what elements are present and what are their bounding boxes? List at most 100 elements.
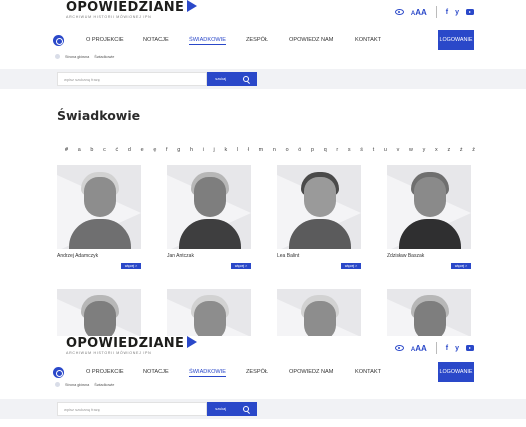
- more-button[interactable]: więcej >: [121, 263, 141, 269]
- letter-filter[interactable]: w: [409, 147, 413, 153]
- font-size-toggle[interactable]: AAA: [411, 8, 427, 17]
- search-icon: [242, 76, 249, 82]
- nav-item-notacje[interactable]: NOTACJE: [143, 37, 169, 43]
- letter-filter[interactable]: e: [141, 147, 144, 153]
- witness-photo[interactable]: [277, 289, 361, 336]
- brand-logo[interactable]: OPOWIEDZIANE ARCHIWUM HISTORII MÓWIONEJ …: [66, 0, 198, 19]
- more-button[interactable]: więcej >: [231, 263, 251, 269]
- letter-filter[interactable]: d: [128, 147, 131, 153]
- login-button[interactable]: LOGOWANIE: [438, 362, 474, 382]
- letter-filter[interactable]: ś: [360, 147, 363, 153]
- letter-filter[interactable]: t: [373, 147, 375, 153]
- nav-item-opowiedz-nam[interactable]: OPOWIEDZ NAM: [289, 37, 333, 43]
- letter-filter[interactable]: z: [447, 147, 450, 153]
- breadcrumb: Strona główna Świadkowie: [55, 54, 114, 59]
- font-size-toggle[interactable]: AAA: [411, 344, 427, 353]
- home-icon[interactable]: [55, 54, 60, 59]
- nav-item-swiadkowie[interactable]: ŚWIADKOWIE: [189, 369, 226, 377]
- search-band: wpisz szukaną frazę szukaj: [0, 69, 526, 89]
- login-button[interactable]: LOGOWANIE: [438, 30, 474, 50]
- eye-icon[interactable]: [394, 345, 404, 351]
- letter-filter[interactable]: p: [311, 147, 314, 153]
- home-logo-icon[interactable]: [53, 35, 64, 46]
- brand-logo[interactable]: OPOWIEDZIANE ARCHIWUM HISTORII MÓWIONEJ …: [66, 336, 198, 355]
- letter-filter[interactable]: #: [65, 147, 68, 153]
- youtube-icon[interactable]: [466, 9, 474, 15]
- breadcrumb-home[interactable]: Strona główna: [65, 383, 89, 387]
- letter-filter[interactable]: u: [384, 147, 387, 153]
- nav-item-notacje[interactable]: NOTACJE: [143, 369, 169, 375]
- witness-photo[interactable]: [57, 289, 141, 336]
- letter-filter[interactable]: r: [336, 147, 338, 153]
- facebook-icon[interactable]: f: [446, 9, 448, 16]
- search-button-label: szukaj: [215, 77, 227, 81]
- letter-filter[interactable]: q: [324, 147, 327, 153]
- letter-filter[interactable]: k: [224, 147, 227, 153]
- home-icon[interactable]: [55, 382, 60, 387]
- home-logo-icon[interactable]: [53, 367, 64, 378]
- letter-filter[interactable]: ź: [472, 147, 475, 153]
- nav-item-opowiedz-nam[interactable]: OPOWIEDZ NAM: [289, 369, 333, 375]
- nav-item-zespol[interactable]: ZESPÓŁ: [246, 369, 268, 375]
- witness-name[interactable]: Andrzej Adamczyk: [57, 253, 98, 259]
- nav-item-o-projekcie[interactable]: O PROJEKCIE: [86, 369, 124, 375]
- facebook-icon[interactable]: f: [446, 345, 448, 352]
- letter-filter[interactable]: o: [286, 147, 289, 153]
- letter-filter[interactable]: v: [397, 147, 400, 153]
- search-button[interactable]: szukaj: [207, 402, 257, 416]
- youtube-icon[interactable]: [466, 345, 474, 351]
- letter-filter[interactable]: m: [259, 147, 264, 153]
- letter-filter[interactable]: g: [177, 147, 180, 153]
- witness-photo[interactable]: [57, 165, 141, 249]
- eye-icon[interactable]: [394, 9, 404, 15]
- sticky-top-header: OPOWIEDZIANE ARCHIWUM HISTORII MÓWIONEJ …: [0, 336, 526, 358]
- letter-filter[interactable]: a: [78, 147, 81, 153]
- witness-name[interactable]: Lea Balint: [277, 253, 299, 259]
- letter-filter[interactable]: b: [90, 147, 93, 153]
- letter-filter[interactable]: l: [237, 147, 238, 153]
- breadcrumb-home[interactable]: Strona główna: [65, 55, 89, 59]
- twitter-icon[interactable]: y: [455, 345, 459, 352]
- letter-filter[interactable]: n: [273, 147, 276, 153]
- twitter-icon[interactable]: y: [455, 9, 459, 16]
- letter-filter[interactable]: ł: [248, 147, 249, 153]
- toolbar-separator: [435, 342, 437, 354]
- witness-name[interactable]: Zdzisław Baszak: [387, 253, 424, 259]
- search-button[interactable]: szukaj: [207, 72, 257, 86]
- toolbar-separator: [435, 6, 437, 18]
- letter-filter[interactable]: c: [103, 147, 106, 153]
- more-button[interactable]: więcej >: [451, 263, 471, 269]
- more-button[interactable]: więcej >: [341, 263, 361, 269]
- search-input[interactable]: wpisz szukaną frazę: [57, 402, 207, 416]
- play-triangle-icon: [187, 336, 198, 348]
- letter-filter[interactable]: j: [214, 147, 215, 153]
- witness-photo[interactable]: [167, 289, 251, 336]
- nav-item-swiadkowie[interactable]: ŚWIADKOWIE: [189, 37, 226, 45]
- play-triangle-icon: [187, 0, 198, 12]
- nav-item-o-projekcie[interactable]: O PROJEKCIE: [86, 37, 124, 43]
- nav-item-zespol[interactable]: ZESPÓŁ: [246, 37, 268, 43]
- witness-photo[interactable]: [387, 165, 471, 249]
- letter-filter[interactable]: y: [423, 147, 426, 153]
- nav-item-kontakt[interactable]: KONTAKT: [355, 37, 381, 43]
- letter-filter[interactable]: x: [435, 147, 438, 153]
- accessibility-toolbar: AAA f y: [394, 6, 474, 18]
- nav-item-kontakt[interactable]: KONTAKT: [355, 369, 381, 375]
- witness-photo[interactable]: [387, 289, 471, 336]
- search-input[interactable]: wpisz szukaną frazę: [57, 72, 207, 86]
- letter-filter[interactable]: ż: [460, 147, 463, 153]
- letter-filter[interactable]: ó: [298, 147, 301, 153]
- witness-photo[interactable]: [277, 165, 361, 249]
- search-band: wpisz szukaną frazę szukaj: [0, 399, 526, 419]
- letter-filter[interactable]: ę: [153, 147, 156, 153]
- search-icon: [242, 406, 249, 412]
- letter-filter[interactable]: h: [190, 147, 193, 153]
- witness-photo[interactable]: [167, 165, 251, 249]
- witness-name[interactable]: Jan Antczak: [167, 253, 194, 259]
- letter-filter[interactable]: i: [203, 147, 204, 153]
- sticky-navbar: O PROJEKCIE NOTACJE ŚWIADKOWIE ZESPÓŁ OP…: [0, 362, 526, 384]
- letter-filter[interactable]: f: [166, 147, 168, 153]
- search-button-label: szukaj: [215, 407, 227, 411]
- letter-filter[interactable]: ć: [116, 147, 119, 153]
- letter-filter[interactable]: s: [348, 147, 351, 153]
